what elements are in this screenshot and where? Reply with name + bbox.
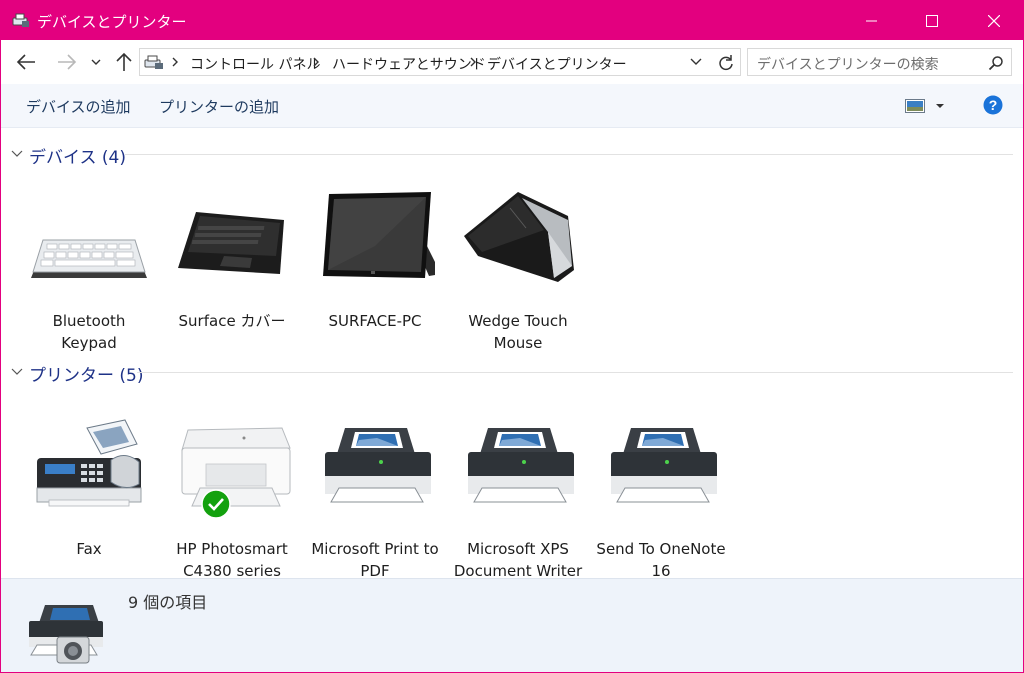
breadcrumb-hardware-sound[interactable]: ハードウェアとサウンド <box>332 54 486 74</box>
group-divider <box>137 372 1013 373</box>
chevron-down-icon[interactable] <box>11 367 23 377</box>
minimize-icon <box>866 20 877 22</box>
devices-printers-icon <box>12 13 29 27</box>
item-label: Surface カバー <box>162 310 302 332</box>
arrow-right-icon[interactable] <box>56 52 78 72</box>
group-title-printers: プリンター (5) <box>29 366 144 386</box>
printer-item-microsoft-print-to-pdf[interactable]: Microsoft Print to PDF <box>305 414 445 584</box>
explorer-window: デバイスとプリンター コントロール パネル ハードウェアとサウンド デバイスとプ… <box>0 0 1024 673</box>
item-label-line1: Microsoft Print to <box>311 540 439 558</box>
navigation-bar: コントロール パネル ハードウェアとサウンド デバイスとプリンター デバイスとプ… <box>1 40 1023 84</box>
item-label-line1: Wedge Touch <box>468 312 568 330</box>
item-label: Wedge Touch Mouse <box>448 310 588 354</box>
arrow-up-icon[interactable] <box>114 51 134 73</box>
close-icon <box>988 15 1000 27</box>
printer-item-microsoft-xps-writer[interactable]: Microsoft XPS Document Writer <box>448 414 588 584</box>
item-label: Microsoft XPS Document Writer <box>448 538 588 582</box>
printer-item-hp-photosmart[interactable]: HP Photosmart C4380 series <box>162 414 302 584</box>
device-item-wedge-touch-mouse[interactable]: Wedge Touch Mouse <box>448 186 588 356</box>
help-icon[interactable]: ? <box>983 95 1003 115</box>
refresh-icon[interactable] <box>716 53 736 73</box>
command-bar: デバイスの追加 プリンターの追加 ? <box>1 84 1023 128</box>
item-count: 9 個の項目 <box>128 593 208 612</box>
view-options-icon[interactable] <box>905 97 947 115</box>
tablet-icon <box>323 192 435 278</box>
breadcrumb-devices-printers[interactable]: デバイスとプリンター <box>487 54 627 74</box>
printer-item-fax[interactable]: Fax <box>19 414 159 584</box>
maximize-icon <box>926 15 938 27</box>
printer-icon <box>325 428 431 503</box>
item-label-line2: Keypad <box>61 334 117 352</box>
items-view: デバイス (4) Bluetooth Keypad Surface カバー SU… <box>1 128 1023 580</box>
type-cover-icon <box>178 212 284 274</box>
item-label: Bluetooth Keypad <box>19 310 159 354</box>
window-title: デバイスとプリンター <box>37 13 187 31</box>
item-label-line1: Surface カバー <box>178 312 286 330</box>
search-icon[interactable] <box>988 55 1004 71</box>
mouse-icon <box>464 192 574 282</box>
group-header-printers[interactable]: プリンター (5) <box>1 360 1023 386</box>
keyboard-icon <box>31 239 147 278</box>
item-label: Fax <box>19 538 159 560</box>
printer-camera-icon <box>29 605 103 664</box>
item-label-line1: HP Photosmart <box>176 540 288 558</box>
chevron-down-icon[interactable] <box>688 56 704 68</box>
chevron-right-icon[interactable] <box>468 55 478 69</box>
inkjet-printer-icon <box>181 427 291 507</box>
add-device-button[interactable]: デバイスの追加 <box>26 96 131 117</box>
device-item-bluetooth-keypad[interactable]: Bluetooth Keypad <box>19 186 159 356</box>
search-placeholder[interactable]: デバイスとプリンターの検索 <box>757 54 939 74</box>
device-item-surface-cover[interactable]: Surface カバー <box>162 186 302 356</box>
arrow-left-icon[interactable] <box>15 52 37 72</box>
search-box[interactable]: デバイスとプリンターの検索 <box>747 48 1012 76</box>
item-label: Microsoft Print to PDF <box>305 538 445 582</box>
default-checkmark-icon <box>201 489 231 519</box>
fax-icon <box>36 419 142 507</box>
details-pane: 9 個の項目 <box>1 578 1023 672</box>
chevron-down-icon[interactable] <box>11 149 23 159</box>
item-label-line1: Microsoft XPS <box>467 540 569 558</box>
group-title-devices: デバイス (4) <box>29 148 126 168</box>
breadcrumb-control-panel[interactable]: コントロール パネル <box>190 54 320 74</box>
item-label: Send To OneNote 16 <box>591 538 731 582</box>
item-label-line1: Bluetooth <box>52 312 126 330</box>
chevron-right-icon[interactable] <box>311 55 321 69</box>
address-bar[interactable]: コントロール パネル ハードウェアとサウンド デバイスとプリンター <box>139 48 741 76</box>
item-label-line2: Mouse <box>493 334 543 352</box>
maximize-button[interactable] <box>909 1 955 40</box>
item-label-line1: Send To OneNote <box>596 540 726 558</box>
printer-icon <box>468 428 574 503</box>
close-button[interactable] <box>971 1 1017 40</box>
group-header-devices[interactable]: デバイス (4) <box>1 142 1023 168</box>
chevron-right-icon[interactable] <box>170 55 180 69</box>
minimize-button[interactable] <box>849 1 895 40</box>
item-label-line1: Fax <box>76 540 102 558</box>
item-label: SURFACE-PC <box>305 310 445 332</box>
item-label-line1: SURFACE-PC <box>328 312 422 330</box>
add-printer-button[interactable]: プリンターの追加 <box>159 96 279 117</box>
svg-text:?: ? <box>989 97 998 113</box>
title-bar[interactable]: デバイスとプリンター <box>1 1 1023 40</box>
device-item-surface-pc[interactable]: SURFACE-PC <box>305 186 445 356</box>
group-divider <box>125 154 1013 155</box>
item-label: HP Photosmart C4380 series <box>162 538 302 582</box>
devices-printers-icon <box>144 55 163 69</box>
printer-icon <box>611 428 717 503</box>
chevron-down-icon[interactable] <box>90 56 102 68</box>
printer-item-send-to-onenote[interactable]: Send To OneNote 16 <box>591 414 731 584</box>
